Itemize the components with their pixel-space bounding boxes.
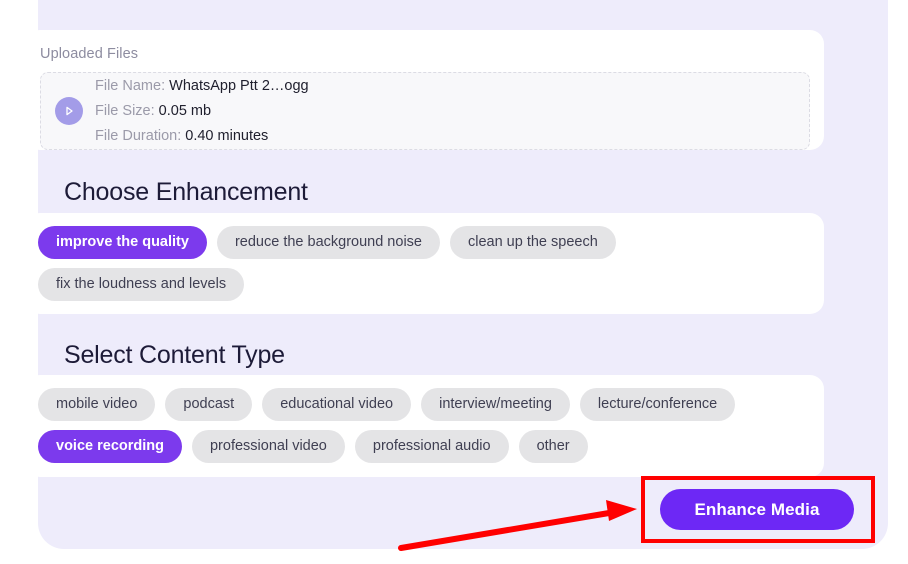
file-name-label: File Name:: [95, 77, 166, 94]
screenshot-root: Uploaded Files File Name: WhatsApp Ptt 2…: [0, 0, 908, 564]
enhancement-option-reduce-the-background-noise[interactable]: reduce the background noise: [216, 226, 440, 259]
file-duration-label: File Duration:: [95, 127, 182, 144]
content-type-option-interview-meeting[interactable]: interview/meeting: [421, 388, 570, 421]
content-type-option-professional-video[interactable]: professional video: [191, 430, 345, 463]
enhance-media-button[interactable]: Enhance Media: [660, 489, 854, 530]
uploaded-file-item[interactable]: File Name: WhatsApp Ptt 2…ogg File Size:…: [40, 72, 810, 150]
content-type-option-professional-audio[interactable]: professional audio: [354, 430, 509, 463]
file-size-row: File Size: 0.05 mb: [95, 100, 309, 123]
uploaded-files-card: Uploaded Files File Name: WhatsApp Ptt 2…: [26, 30, 824, 150]
enhancement-option-clean-up-the-speech[interactable]: clean up the speech: [449, 226, 616, 259]
select-content-type-heading: Select Content Type: [64, 341, 285, 369]
content-type-option-voice-recording[interactable]: voice recording: [38, 430, 182, 463]
file-duration-row: File Duration: 0.40 minutes: [95, 125, 309, 148]
file-name-value: WhatsApp Ptt 2…ogg: [169, 77, 309, 94]
uploaded-files-label: Uploaded Files: [40, 46, 139, 62]
file-duration-value: 0.40 minutes: [185, 127, 269, 144]
content-type-option-podcast[interactable]: podcast: [165, 388, 253, 421]
content-type-pill-group: mobile video podcast educational video inte…: [38, 388, 812, 463]
file-metadata: File Name: WhatsApp Ptt 2…ogg File Size:…: [95, 75, 309, 148]
play-circle-icon[interactable]: [55, 97, 83, 125]
choose-enhancement-heading: Choose Enhancement: [64, 178, 308, 206]
content-type-options-card: mobile video podcast educational video inte…: [26, 375, 824, 477]
enhancement-pill-group: improve the quality reduce the background…: [38, 226, 812, 301]
file-size-label: File Size:: [95, 102, 155, 119]
content-type-option-lecture-conference[interactable]: lecture/conference: [579, 388, 736, 421]
enhancement-options-card: improve the quality reduce the background…: [26, 213, 824, 314]
content-type-option-mobile-video[interactable]: mobile video: [38, 388, 156, 421]
enhancement-option-fix-the-loudness-and-levels[interactable]: fix the loudness and levels: [38, 268, 245, 301]
file-size-value: 0.05 mb: [158, 102, 212, 119]
content-type-option-other[interactable]: other: [518, 430, 588, 463]
content-type-option-educational-video[interactable]: educational video: [262, 388, 412, 421]
file-name-row: File Name: WhatsApp Ptt 2…ogg: [95, 75, 309, 98]
enhancement-option-improve-the-quality[interactable]: improve the quality: [38, 226, 207, 259]
